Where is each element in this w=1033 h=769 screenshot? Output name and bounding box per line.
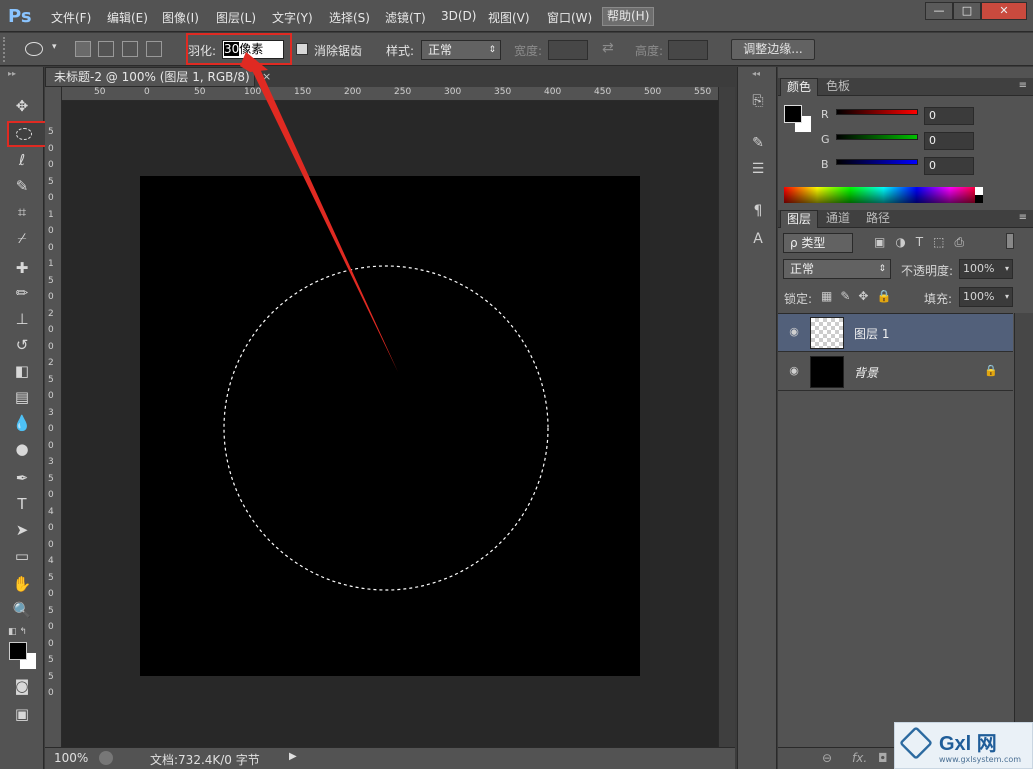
layers-list: ◉ 图层 1 ◉ 背景 🔒 [778,313,1013,747]
opacity-label: 不透明度: [901,264,954,278]
adjustments-panel-icon[interactable]: ☰ [748,159,768,179]
tab-swatches[interactable]: 色板 [820,78,856,96]
channel-g-label: G [821,133,830,146]
layer-thumbnail [810,317,844,349]
channel-g-value[interactable]: 0 [924,132,974,150]
layer-name[interactable]: 背景 [854,364,878,381]
right-panels: 颜色 色板 ≡ R 0 G 0 B 0 图层 通道 路径 ≡ ρ 类型 ▣◑T⬚… [778,67,1033,769]
panel-dock-icons: ◂◂ ⎘ ✎ ☰ ¶ A [737,67,777,769]
foreground-color-swatch[interactable] [9,642,27,660]
eye-icon[interactable]: ◉ [787,326,801,338]
share-icon[interactable] [99,751,113,765]
channel-b-slider[interactable] [836,159,918,165]
watermark-logo: Gxl 网 www.gxlsystem.com [894,722,1033,769]
lock-icon: 🔒 [984,364,998,377]
character-panel-icon[interactable]: A [748,229,768,249]
watermark-text: Gxl 网 [939,733,997,755]
layer-thumbnail [810,356,844,388]
layers-panel-header: 图层 通道 路径 ≡ [778,210,1033,228]
add-mask-icon[interactable]: ◘ [878,751,888,765]
fill-label: 填充: [924,292,953,306]
photoshop-window: Ps 文件(F) 编辑(E) 图像(I) 图层(L) 文字(Y) 选择(S) 滤… [0,0,1033,769]
layer-row-background[interactable]: ◉ 背景 🔒 [778,353,1013,391]
layers-scrollbar[interactable] [1014,313,1033,769]
doc-info: 文档:732.4K/0 字节 [150,753,260,767]
zoom-level[interactable]: 100% [54,751,88,765]
channel-r-value[interactable]: 0 [924,107,974,125]
channel-b-label: B [821,158,829,171]
fill-value: 100% [963,290,995,303]
layer-filter-dropdown[interactable]: ρ 类型 [783,233,853,253]
spectrum-black-chip[interactable] [975,195,983,203]
color-fg-swatch[interactable] [784,105,802,123]
status-bar: 100% 文档:732.4K/0 字节 ▶ [45,747,735,769]
status-menu-arrow-icon[interactable]: ▶ [289,751,297,762]
fx-icon[interactable]: fx. [852,751,867,765]
tab-color[interactable]: 颜色 [780,78,819,96]
brush-panel-icon[interactable]: ✎ [748,133,768,153]
opacity-input[interactable]: 100% ▾ [959,259,1013,279]
layer-row-layer1[interactable]: ◉ 图层 1 [778,314,1013,352]
watermark-shield-icon [899,726,933,760]
tab-channels[interactable]: 通道 [820,210,856,228]
filter-toggle[interactable] [1006,233,1014,249]
filter-kind-value: ρ 类型 [790,236,826,250]
panel-menu-icon[interactable]: ≡ [1019,80,1027,91]
tab-paths[interactable]: 路径 [860,210,896,228]
paragraph-panel-icon[interactable]: ¶ [748,201,768,221]
color-panel-header: 颜色 色板 ≡ [778,78,1033,96]
marching-ants-selection [223,265,549,591]
channel-b-value[interactable]: 0 [924,157,974,175]
panel-menu-icon[interactable]: ≡ [1019,212,1027,223]
history-panel-icon[interactable]: ⎘ [748,91,768,111]
chevron-down-icon: ▾ [1004,264,1009,273]
lock-label: 锁定: [784,292,813,306]
lock-icons[interactable]: ▦✎✥🔒 [821,289,899,303]
annotation-arrow [240,52,398,372]
color-spectrum-bar[interactable] [784,187,983,203]
vertical-scrollbar[interactable] [718,87,735,747]
collapse-arrows-icon[interactable]: ◂◂ [752,69,760,78]
blend-mode-dropdown[interactable]: 正常 ⇕ [783,259,891,279]
opacity-value: 100% [963,262,995,275]
channel-r-slider[interactable] [836,109,918,115]
elliptical-selection [223,265,549,591]
fill-input[interactable]: 100% ▾ [959,287,1013,307]
spectrum-white-chip[interactable] [975,187,983,195]
link-layers-icon[interactable]: ⊖ [822,751,832,765]
watermark-url: www.gxlsystem.com [939,755,1022,764]
layer-name[interactable]: 图层 1 [854,325,889,342]
layer-filter-icons[interactable]: ▣◑T⬚⎙ [874,235,974,250]
updown-icon: ⇕ [878,264,886,274]
tab-layers[interactable]: 图层 [780,210,819,228]
chevron-down-icon: ▾ [1004,292,1009,301]
channel-g-slider[interactable] [836,134,918,140]
blend-mode-value: 正常 [790,262,815,276]
eye-icon[interactable]: ◉ [787,365,801,377]
channel-r-label: R [821,108,829,121]
